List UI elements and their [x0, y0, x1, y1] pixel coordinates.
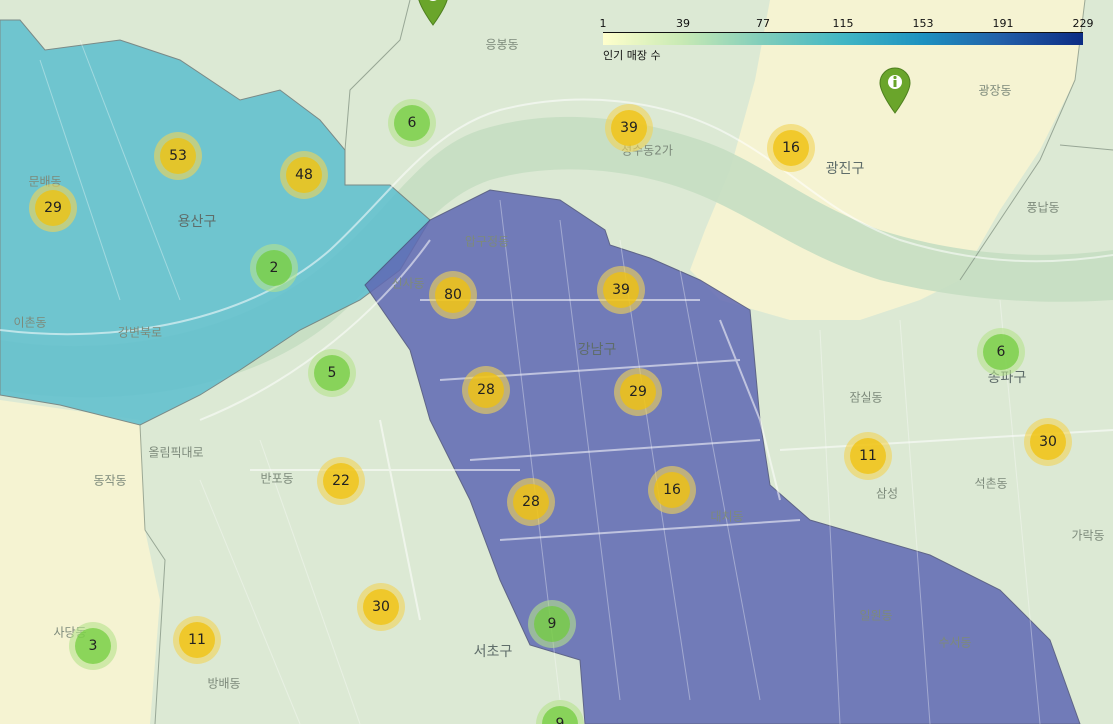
- marker-cluster[interactable]: 3: [69, 622, 117, 670]
- cluster-count: 5: [314, 355, 350, 391]
- legend-tick-label: 191: [992, 17, 1014, 30]
- marker-cluster[interactable]: 80: [429, 271, 477, 319]
- cluster-count: 9: [534, 606, 570, 642]
- marker-cluster[interactable]: 5: [308, 349, 356, 397]
- cluster-count: 11: [179, 622, 215, 658]
- marker-cluster[interactable]: 29: [29, 184, 77, 232]
- cluster-count: 80: [435, 277, 471, 313]
- legend-tick-label: 1: [599, 17, 607, 30]
- marker-cluster[interactable]: 39: [597, 266, 645, 314]
- legend-color-step: [843, 33, 923, 45]
- legend-caption: 인기 매장 수: [603, 49, 661, 62]
- cluster-count: 30: [363, 589, 399, 625]
- legend-tick-label: 77: [756, 17, 770, 30]
- marker-cluster[interactable]: 11: [844, 432, 892, 480]
- map-canvas[interactable]: 용산구 강남구 광진구 송파구 서초구 문배동 이촌동 압구정동 신사동 응봉동 성수동2가 광장동 풍…: [0, 0, 1113, 724]
- cluster-count: 2: [256, 250, 292, 286]
- cluster-count: 29: [620, 374, 656, 410]
- cluster-count: 29: [35, 190, 71, 226]
- cluster-count: 6: [394, 105, 430, 141]
- legend-tick-label: 39: [676, 17, 690, 30]
- map-pin-marker[interactable]: [878, 66, 912, 114]
- cluster-count: 28: [468, 372, 504, 408]
- cluster-count: 30: [1030, 424, 1066, 460]
- legend-color-bar: [603, 32, 1083, 45]
- marker-cluster[interactable]: 9: [528, 600, 576, 648]
- marker-cluster[interactable]: 2: [250, 244, 298, 292]
- cluster-count: 53: [160, 138, 196, 174]
- cluster-count: 9: [542, 706, 578, 724]
- cluster-count: 39: [603, 272, 639, 308]
- marker-cluster[interactable]: 30: [1024, 418, 1072, 466]
- marker-cluster[interactable]: 11: [173, 616, 221, 664]
- info-icon: [418, 0, 448, 26]
- map-pin-marker[interactable]: [416, 0, 450, 26]
- cluster-count: 6: [983, 334, 1019, 370]
- cluster-count: 28: [513, 484, 549, 520]
- choropleth-legend: 1 39 77 115 153 191 229 인기 매장 수: [599, 14, 1094, 64]
- cluster-count: 48: [286, 157, 322, 193]
- legend-tick-label: 153: [912, 17, 934, 30]
- marker-cluster[interactable]: 30: [357, 583, 405, 631]
- marker-cluster[interactable]: 28: [507, 478, 555, 526]
- marker-cluster[interactable]: 6: [977, 328, 1025, 376]
- marker-cluster[interactable]: 6: [388, 99, 436, 147]
- cluster-count: 22: [323, 463, 359, 499]
- legend-color-step: [603, 33, 683, 45]
- legend-tick-label: 229: [1072, 17, 1094, 30]
- legend-tick-label: 115: [832, 17, 854, 30]
- legend-color-step: [923, 33, 1003, 45]
- legend-color-step: [1003, 33, 1083, 45]
- marker-cluster[interactable]: 53: [154, 132, 202, 180]
- marker-cluster[interactable]: 16: [648, 466, 696, 514]
- legend-color-step: [683, 33, 763, 45]
- marker-cluster[interactable]: 22: [317, 457, 365, 505]
- marker-cluster[interactable]: 48: [280, 151, 328, 199]
- cluster-count: 39: [611, 110, 647, 146]
- legend-color-step: [763, 33, 843, 45]
- marker-cluster[interactable]: 39: [605, 104, 653, 152]
- info-icon: [879, 67, 911, 114]
- cluster-count: 3: [75, 628, 111, 664]
- cluster-count: 16: [654, 472, 690, 508]
- cluster-count: 11: [850, 438, 886, 474]
- dongjak-region: [0, 400, 160, 724]
- marker-cluster[interactable]: 16: [767, 124, 815, 172]
- marker-cluster[interactable]: 29: [614, 368, 662, 416]
- cluster-count: 16: [773, 130, 809, 166]
- marker-cluster[interactable]: 28: [462, 366, 510, 414]
